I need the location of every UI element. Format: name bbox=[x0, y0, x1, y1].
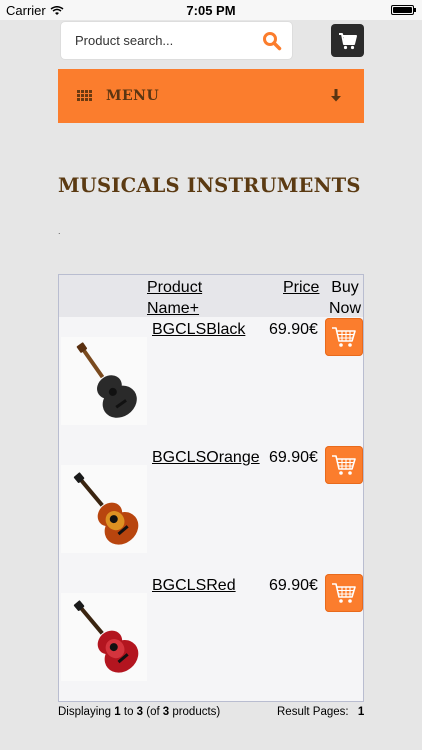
range-from: 1 bbox=[114, 706, 121, 718]
buy-now-button[interactable] bbox=[325, 574, 363, 612]
pagination: Result Pages: 1 bbox=[277, 706, 364, 718]
cart-button[interactable] bbox=[331, 24, 364, 57]
product-price: 69.90€ bbox=[269, 449, 318, 466]
cart-icon bbox=[332, 327, 356, 347]
cart-icon bbox=[338, 32, 357, 49]
cart-icon bbox=[332, 583, 356, 603]
menu-label: MENU bbox=[106, 88, 160, 104]
header-product-name[interactable]: Product Name+ bbox=[147, 277, 217, 319]
menu-toggle[interactable]: MENU bbox=[58, 69, 364, 123]
product-price: 69.90€ bbox=[269, 577, 318, 594]
to-label: to bbox=[123, 706, 134, 718]
search-icon[interactable] bbox=[262, 31, 282, 51]
arrow-down-icon bbox=[331, 89, 341, 102]
table-row: BGCLSOrange 69.90€ bbox=[59, 445, 363, 573]
buy-now-button[interactable] bbox=[325, 318, 363, 356]
products-label: products) bbox=[172, 706, 221, 718]
battery-icon bbox=[391, 5, 416, 15]
product-name-link[interactable]: BGCLSRed bbox=[152, 577, 236, 595]
product-price: 69.90€ bbox=[269, 321, 318, 338]
header-buy-now: Buy Now bbox=[328, 279, 361, 317]
guitar-black-image[interactable] bbox=[61, 337, 147, 425]
product-name-link[interactable]: BGCLSBlack bbox=[152, 321, 245, 339]
header-price[interactable]: Price bbox=[283, 277, 319, 298]
table-header: Product Name+ Price Buy Now bbox=[59, 275, 363, 317]
search-box bbox=[61, 22, 292, 59]
cart-icon bbox=[332, 455, 356, 475]
category-description: . bbox=[58, 226, 61, 236]
sort-price-link[interactable]: Price bbox=[283, 279, 319, 296]
total-count: 3 bbox=[162, 706, 170, 718]
table-row: BGCLSRed 69.90€ bbox=[59, 573, 363, 701]
product-name-link[interactable]: BGCLSOrange bbox=[152, 449, 260, 467]
table-row: BGCLSBlack 69.90€ bbox=[59, 317, 363, 445]
range-to: 3 bbox=[136, 706, 144, 718]
page-title: MUSICALS INSTRUMENTS bbox=[58, 174, 361, 197]
of-label: (of bbox=[146, 706, 160, 718]
status-bar: Carrier 7:05 PM bbox=[0, 0, 422, 20]
product-table: Product Name+ Price Buy Now BGCLSBlack 6… bbox=[58, 274, 364, 702]
clock: 7:05 PM bbox=[186, 3, 236, 18]
results-count: Displaying 1 to 3 (of 3 products) bbox=[58, 706, 220, 718]
guitar-orange-image[interactable] bbox=[61, 465, 147, 553]
grid-icon bbox=[77, 90, 92, 102]
guitar-red-image[interactable] bbox=[61, 593, 147, 681]
displaying-label: Displaying bbox=[58, 706, 112, 718]
buy-now-button[interactable] bbox=[325, 446, 363, 484]
result-pages-label: Result Pages: bbox=[277, 706, 349, 718]
page-number: 1 bbox=[357, 706, 365, 718]
sort-name-link[interactable]: Product Name+ bbox=[147, 279, 202, 317]
search-input[interactable] bbox=[61, 33, 251, 48]
